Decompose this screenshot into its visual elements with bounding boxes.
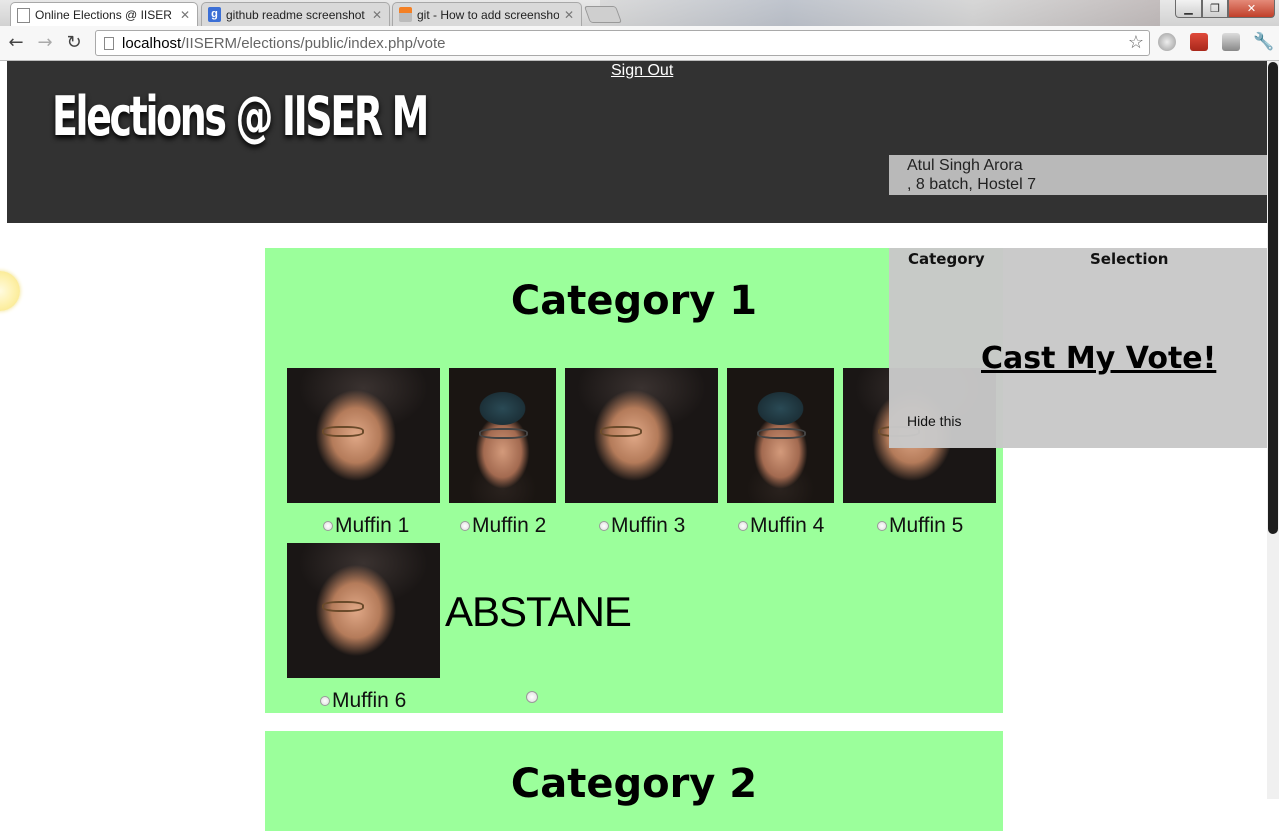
page-icon <box>104 36 114 50</box>
category-column-header: Category <box>908 250 985 268</box>
minimize-button[interactable]: ▁ <box>1175 0 1202 18</box>
candidate-name: Muffin 3 <box>611 514 686 537</box>
url-host: localhost <box>122 34 182 52</box>
candidate-photo <box>449 368 556 503</box>
category-title: Category 2 <box>510 761 758 807</box>
glasses-shape <box>757 428 806 439</box>
browser-toolbar: ← → ↻ localhost/IISERM/elections/public/… <box>0 26 1279 61</box>
candidate-radio[interactable] <box>738 521 748 531</box>
vote-summary-panel: Category Selection Cast My Vote! Hide th… <box>889 248 1267 448</box>
tab-github-readme[interactable]: g github readme screenshot ✕ <box>201 2 390 26</box>
candidate-option[interactable]: Muffin 6 <box>320 689 406 713</box>
tab-title: git - How to add screensho <box>417 7 559 22</box>
tab-close-icon[interactable]: ✕ <box>371 8 383 22</box>
candidate-photo <box>727 368 834 503</box>
stackoverflow-icon <box>399 7 412 22</box>
tab-title: Online Elections @ IISER M <box>35 8 175 22</box>
candidate-radio[interactable] <box>877 521 887 531</box>
candidate-option[interactable]: Muffin 2 <box>460 514 546 538</box>
user-info-box: Atul Singh Arora , 8 batch, Hostel 7 <box>889 155 1267 195</box>
user-name: Atul Singh Arora <box>907 157 1023 174</box>
candidate-option[interactable]: Muffin 5 <box>877 514 963 538</box>
candidate-photo <box>565 368 718 503</box>
candidate-name: Muffin 5 <box>889 514 964 537</box>
candidate-option[interactable]: Muffin 1 <box>323 514 409 538</box>
glasses-shape <box>479 428 528 439</box>
candidate-radio[interactable] <box>320 696 330 706</box>
glasses-shape <box>600 426 642 437</box>
tab-title: github readme screenshot <box>226 7 365 22</box>
candidate-radio[interactable] <box>599 521 609 531</box>
candidate-photo <box>287 543 440 678</box>
browser-tab-strip: Online Elections @ IISER M ✕ g github re… <box>0 0 1279 26</box>
cast-vote-button[interactable]: Cast My Vote! <box>981 341 1216 376</box>
glasses-shape <box>322 426 364 437</box>
abstain-radio[interactable] <box>526 691 538 703</box>
scrollbar-thumb[interactable] <box>1268 62 1278 534</box>
wrench-menu-icon[interactable]: 🔧 <box>1253 33 1274 51</box>
candidate-name: Muffin 1 <box>335 514 410 537</box>
extension-icon[interactable] <box>1190 33 1208 51</box>
candidate-name: Muffin 4 <box>750 514 825 537</box>
tab-close-icon[interactable]: ✕ <box>563 8 575 22</box>
url-path: /IISERM/elections/public/index.php/vote <box>181 34 446 52</box>
site-title: Elections @ IISER M <box>52 85 429 148</box>
selection-column-header: Selection <box>1090 250 1169 268</box>
extension-icon[interactable] <box>1222 33 1240 51</box>
google-icon: g <box>208 7 221 22</box>
globe-extension-icon[interactable] <box>1158 33 1176 51</box>
user-details: , 8 batch, Hostel 7 <box>907 176 1036 193</box>
abstain-label: ABSTANE <box>445 588 632 635</box>
maximize-button[interactable]: ❐ <box>1202 0 1228 18</box>
tab-online-elections[interactable]: Online Elections @ IISER M ✕ <box>10 2 198 26</box>
candidate-name: Muffin 6 <box>332 689 407 712</box>
page-icon <box>17 7 30 23</box>
new-tab-button[interactable] <box>583 6 623 23</box>
sign-out-link[interactable]: Sign Out <box>611 62 673 80</box>
glasses-shape <box>322 601 364 612</box>
background-tabs-strip <box>600 0 1160 26</box>
close-window-button[interactable]: ✕ <box>1228 0 1275 18</box>
candidate-photo <box>287 368 440 503</box>
address-bar[interactable]: localhost/IISERM/elections/public/index.… <box>95 30 1150 56</box>
candidate-option[interactable]: Muffin 4 <box>738 514 824 538</box>
candidate-radio[interactable] <box>460 521 470 531</box>
reload-icon[interactable]: ↻ <box>63 31 85 55</box>
candidate-radio[interactable] <box>323 521 333 531</box>
hide-panel-link[interactable]: Hide this <box>907 413 961 429</box>
category-section: Category 2 <box>265 731 1003 831</box>
tab-close-icon[interactable]: ✕ <box>179 8 191 22</box>
candidate-name: Muffin 2 <box>472 514 547 537</box>
forward-arrow-icon[interactable]: → <box>34 31 56 55</box>
site-header: Elections @ IISER M Sign Out Atul Singh … <box>7 61 1267 223</box>
bookmark-star-icon[interactable]: ☆ <box>1128 32 1144 53</box>
cursor-highlight <box>0 271 20 311</box>
tab-git-screenshot[interactable]: git - How to add screensho ✕ <box>392 2 582 26</box>
back-arrow-icon[interactable]: ← <box>5 31 27 55</box>
candidate-option[interactable]: Muffin 3 <box>599 514 685 538</box>
